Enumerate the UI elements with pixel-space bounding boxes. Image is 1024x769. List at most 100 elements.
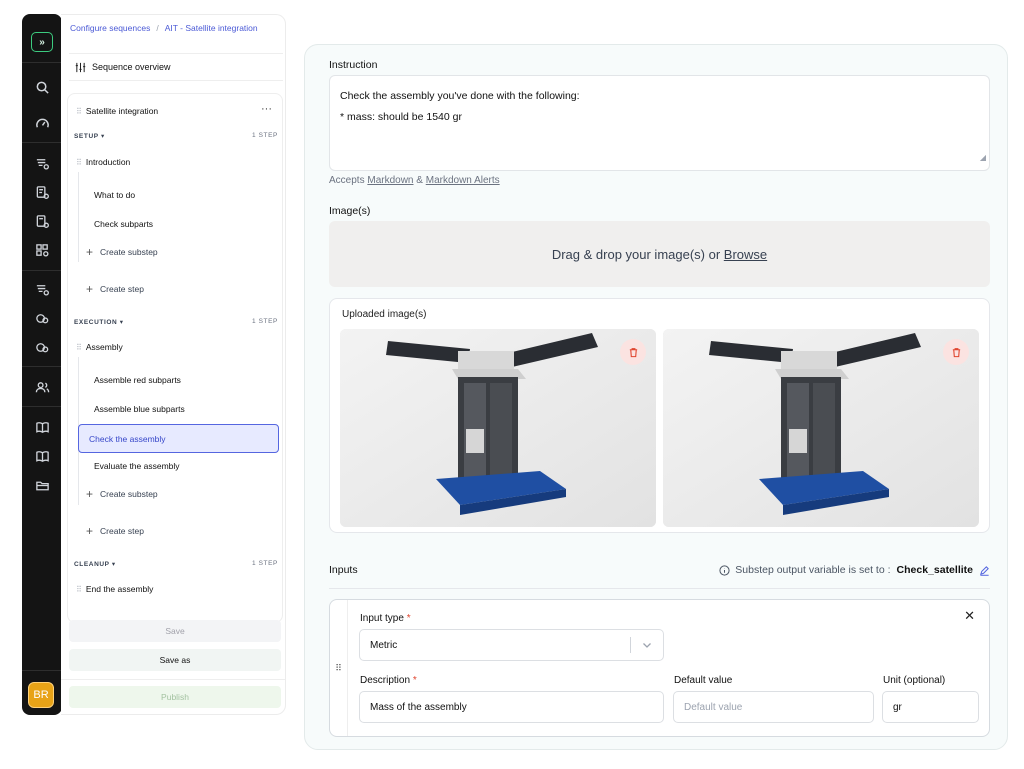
step-assembly[interactable]: ⠿ Assembly <box>76 342 123 352</box>
section-header-setup[interactable]: SETUP ▾ 1 STEP <box>74 132 278 140</box>
section-name: EXECUTION ▾ <box>74 319 124 326</box>
substep-assemble-blue-subparts[interactable]: Assemble blue subparts <box>84 396 284 422</box>
plus-icon: + <box>86 282 94 296</box>
user-avatar[interactable]: BR <box>28 682 54 708</box>
substep-label: What to do <box>94 190 136 200</box>
drag-handle-icon[interactable]: ⠿ <box>76 107 82 116</box>
substep-label: Check subparts <box>94 219 154 229</box>
drag-handle-icon[interactable]: ⠿ <box>330 600 348 736</box>
create-substep-button[interactable]: + Create substep <box>86 245 158 259</box>
book-icon[interactable] <box>29 416 55 438</box>
substep-evaluate-the-assembly[interactable]: Evaluate the assembly <box>84 453 284 479</box>
create-substep-label: Create substep <box>100 489 158 499</box>
instruction-textarea[interactable]: Check the assembly you've done with the … <box>329 75 990 171</box>
substep-assemble-red-subparts[interactable]: Assemble red subparts <box>84 367 284 393</box>
chevron-down-icon[interactable] <box>641 639 653 654</box>
close-icon[interactable]: ✕ <box>964 608 975 624</box>
default-value-placeholder: Default value <box>684 701 743 713</box>
substep-check-the-assembly[interactable]: Check the assembly <box>78 424 279 453</box>
substep-editor: Instruction Check the assembly you've do… <box>304 44 1008 750</box>
description-input[interactable]: Mass of the assembly <box>359 691 664 723</box>
more-options-icon[interactable]: ··· <box>261 103 272 115</box>
delete-image-button[interactable] <box>943 339 969 365</box>
image-dropzone[interactable]: Drag & drop your image(s) or Browse <box>329 221 990 287</box>
list-settings-icon[interactable] <box>29 278 55 300</box>
input-definition-card: ⠿ ✕ Input type * Metric Description * Ma… <box>329 599 990 737</box>
sequence-overview-link[interactable]: Sequence overview <box>69 53 283 81</box>
link-settings-icon[interactable] <box>29 307 55 329</box>
resize-handle-icon[interactable]: ◢ <box>980 147 986 168</box>
inputs-label: Inputs <box>329 564 358 576</box>
folder-icon[interactable] <box>29 474 55 496</box>
images-label: Image(s) <box>329 205 371 217</box>
rail-divider <box>22 142 62 143</box>
rail-divider <box>22 406 62 407</box>
input-type-select[interactable]: Metric <box>359 629 664 661</box>
substep-what-to-do[interactable]: What to do <box>84 182 284 208</box>
satellite-image <box>340 329 656 527</box>
required-mark: * <box>412 675 417 686</box>
link-settings-icon[interactable] <box>29 336 55 358</box>
breadcrumb: Configure sequences / AIT - Satellite inte… <box>70 23 258 33</box>
substep-tree-line <box>78 172 79 262</box>
section-header-cleanup[interactable]: CLEANUP ▾ 1 STEP <box>74 560 278 568</box>
default-value-input[interactable]: Default value <box>673 691 874 723</box>
section-header-execution[interactable]: EXECUTION ▾ 1 STEP <box>74 318 278 326</box>
document-settings-icon[interactable] <box>29 210 55 232</box>
section-name: SETUP ▾ <box>74 133 105 140</box>
markdown-link[interactable]: Markdown <box>367 175 413 186</box>
markdown-alerts-link[interactable]: Markdown Alerts <box>426 175 500 186</box>
rail-divider <box>22 270 62 271</box>
markdown-hint: Accepts Markdown & Markdown Alerts <box>329 175 500 186</box>
sequence-title-label: Satellite integration <box>85 106 159 116</box>
step-label: Introduction <box>85 157 131 167</box>
instruction-line: Check the assembly you've done with the … <box>340 90 580 102</box>
edit-pencil-icon[interactable] <box>979 565 990 576</box>
list-settings-icon[interactable] <box>29 152 55 174</box>
drag-handle-icon[interactable]: ⠿ <box>76 585 82 594</box>
section-step-count: 1 STEP <box>252 132 278 139</box>
expand-sidebar-button[interactable]: » <box>31 32 53 52</box>
book-icon[interactable] <box>29 445 55 467</box>
browse-link[interactable]: Browse <box>724 247 767 262</box>
step-introduction[interactable]: ⠿ Introduction <box>76 157 130 167</box>
search-icon[interactable] <box>29 76 55 98</box>
create-step-button[interactable]: + Create step <box>86 282 144 296</box>
sequence-panel: Configure sequences / AIT - Satellite inte… <box>61 14 286 715</box>
step-label: End the assembly <box>85 584 154 594</box>
step-end-the-assembly[interactable]: ⠿ End the assembly <box>76 584 153 594</box>
breadcrumb-current[interactable]: AIT - Satellite integration <box>165 23 258 33</box>
required-mark: * <box>406 613 411 624</box>
inputs-header: Inputs Substep output variable is set to… <box>329 561 990 589</box>
input-type-label-text: Input type <box>360 613 404 624</box>
publish-button[interactable]: Publish <box>69 686 281 708</box>
panel-divider <box>61 679 285 680</box>
trash-icon <box>952 347 960 357</box>
sequence-tree: ⠿ Satellite integration ··· SETUP ▾ 1 ST… <box>67 93 283 623</box>
plus-icon: + <box>86 245 94 259</box>
unit-input[interactable]: gr <box>882 691 979 723</box>
breadcrumb-root-link[interactable]: Configure sequences <box>70 23 150 33</box>
satellite-image <box>663 329 979 527</box>
dropzone-text: Drag & drop your image(s) or <box>551 246 721 262</box>
section-step-count: 1 STEP <box>252 318 278 325</box>
section-step-count: 1 STEP <box>252 560 278 567</box>
save-as-button[interactable]: Save as <box>69 649 281 671</box>
drag-handle-icon[interactable]: ⠿ <box>76 158 82 167</box>
create-step-button[interactable]: + Create step <box>86 524 144 538</box>
users-icon[interactable] <box>29 376 55 398</box>
uploaded-image[interactable] <box>340 329 656 527</box>
drag-handle-icon[interactable]: ⠿ <box>76 343 82 352</box>
sequence-title[interactable]: ⠿ Satellite integration <box>76 106 158 116</box>
uploaded-image[interactable] <box>663 329 979 527</box>
section-name: CLEANUP ▾ <box>74 561 116 568</box>
create-substep-button[interactable]: + Create substep <box>86 487 158 501</box>
output-variable-info: Substep output variable is set to : Chec… <box>719 564 990 576</box>
gauge-icon[interactable] <box>29 112 55 134</box>
substep-check-subparts[interactable]: Check subparts <box>84 211 284 237</box>
description-label: Description * <box>360 675 417 686</box>
grid-settings-icon[interactable] <box>29 239 55 261</box>
document-settings-icon[interactable] <box>29 181 55 203</box>
save-button[interactable]: Save <box>69 620 281 642</box>
delete-image-button[interactable] <box>620 339 646 365</box>
